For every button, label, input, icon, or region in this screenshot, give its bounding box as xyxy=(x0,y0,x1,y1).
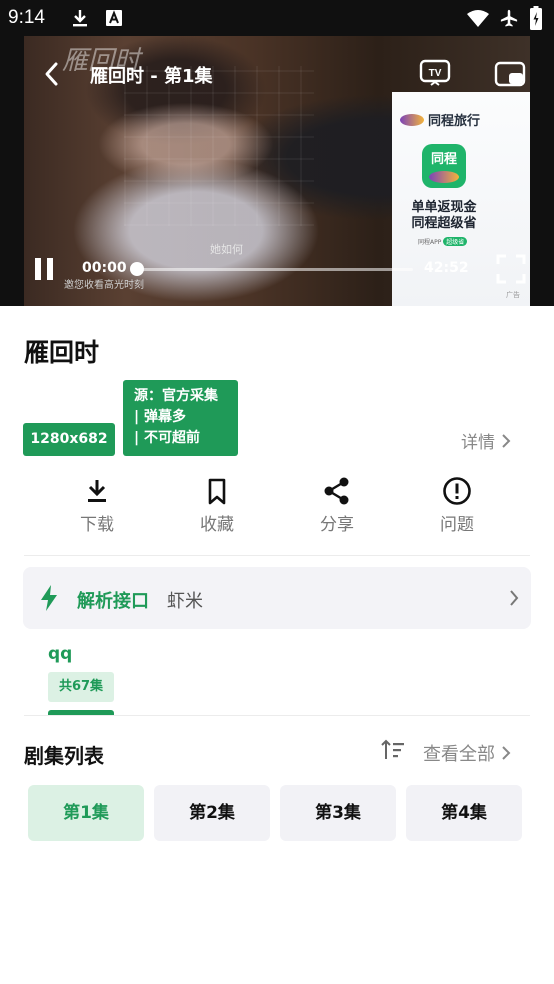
ad-foot-label: 同程APP xyxy=(418,239,442,246)
details-label: 详情 xyxy=(461,433,495,453)
ad-foot: 同程APP 超级省 xyxy=(418,237,468,246)
favorite-label: 收藏 xyxy=(200,515,234,535)
divider xyxy=(24,555,530,556)
duration: 42:52 xyxy=(424,260,469,276)
source-badge-line-3: | 不可超前 xyxy=(134,430,200,446)
action-bar: 下载 收藏 分享 问题 xyxy=(0,476,554,540)
download-label: 下载 xyxy=(80,515,114,535)
ad-line-2: 同程超级省 xyxy=(411,216,477,231)
episode-2-button[interactable]: 第2集 xyxy=(154,785,270,841)
bookmark-icon xyxy=(208,478,226,505)
episode-3-button[interactable]: 第3集 xyxy=(280,785,396,841)
download-button[interactable]: 下载 xyxy=(57,476,137,535)
source-badge: 源：官方采集 | 弹幕多 | 不可超前 xyxy=(123,380,238,456)
video-hint: 邀您收看高光时刻 xyxy=(64,280,144,291)
video-player[interactable]: 雁回时 她如何 邀您收看高光时刻 同程旅行 同程 单单返现金 同程超级省 同程A… xyxy=(0,0,554,306)
view-all-label: 查看全部 xyxy=(423,744,495,765)
picture-in-picture-icon[interactable] xyxy=(494,60,526,88)
fullscreen-icon[interactable] xyxy=(496,254,526,284)
ad-brand-label: 同程旅行 xyxy=(428,114,481,129)
ad-tag: 广告 xyxy=(506,291,520,299)
player-top-bar: 雁回时 - 第1集 TV xyxy=(0,56,554,92)
share-icon xyxy=(324,477,349,505)
view-all-link[interactable]: 查看全部 xyxy=(423,740,511,766)
share-label: 分享 xyxy=(320,515,354,535)
ad-bird-icon xyxy=(400,113,424,126)
lightning-icon xyxy=(41,585,57,611)
report-button[interactable]: 问题 xyxy=(417,476,497,535)
tv-cast-icon[interactable]: TV xyxy=(419,58,451,88)
a-icon xyxy=(106,10,122,26)
airplane-icon xyxy=(500,9,518,27)
chevron-right-icon xyxy=(502,746,511,760)
video-title: 雁回时 - 第1集 xyxy=(90,66,213,87)
alert-icon xyxy=(443,477,471,505)
ad-logo-label: 同程 xyxy=(430,152,457,167)
status-bar: 9:14 xyxy=(0,0,554,36)
episode-1-button[interactable]: 第1集 xyxy=(28,785,144,841)
ad-foot-pill: 超级省 xyxy=(443,237,468,246)
download-icon xyxy=(73,10,87,27)
seek-thumb[interactable] xyxy=(129,262,144,276)
seek-bar[interactable] xyxy=(134,268,413,271)
parser-label: 解析接口 xyxy=(77,591,149,612)
battery-icon xyxy=(530,6,542,30)
source-tab-qq[interactable]: qq xyxy=(48,644,72,664)
back-icon[interactable] xyxy=(40,60,64,88)
source-episode-count: 共67集 xyxy=(48,672,114,702)
ad-brand: 同程旅行 xyxy=(400,110,480,129)
source-badge-line-1: 源：官方采集 xyxy=(134,388,218,404)
parser-selector[interactable]: 解析接口 虾米 xyxy=(23,567,531,629)
show-title: 雁回时 xyxy=(24,338,100,367)
pause-icon[interactable] xyxy=(34,257,54,281)
chevron-right-icon xyxy=(502,433,511,448)
ad-logo: 同程 xyxy=(422,144,466,188)
share-button[interactable]: 分享 xyxy=(297,476,377,535)
chevron-right-icon xyxy=(510,590,519,606)
report-label: 问题 xyxy=(440,515,474,535)
episodes-title: 剧集列表 xyxy=(24,744,104,768)
source-badge-line-2: | 弹幕多 xyxy=(134,409,186,425)
divider xyxy=(24,715,530,716)
ad-logo-bird-icon xyxy=(429,171,459,183)
download-icon xyxy=(88,480,106,502)
details-link[interactable]: 详情 xyxy=(461,428,511,453)
favorite-button[interactable]: 收藏 xyxy=(177,476,257,535)
svg-text:TV: TV xyxy=(429,68,442,79)
parser-value: 虾米 xyxy=(167,591,203,612)
current-time: 00:00 xyxy=(82,260,127,276)
status-time: 9:14 xyxy=(8,7,45,28)
resolution-badge: 1280x682 xyxy=(23,423,115,456)
wifi-icon xyxy=(467,10,489,27)
episode-4-button[interactable]: 第4集 xyxy=(406,785,522,841)
video-subtitle: 她如何 xyxy=(210,243,243,256)
sort-icon[interactable] xyxy=(380,738,406,764)
